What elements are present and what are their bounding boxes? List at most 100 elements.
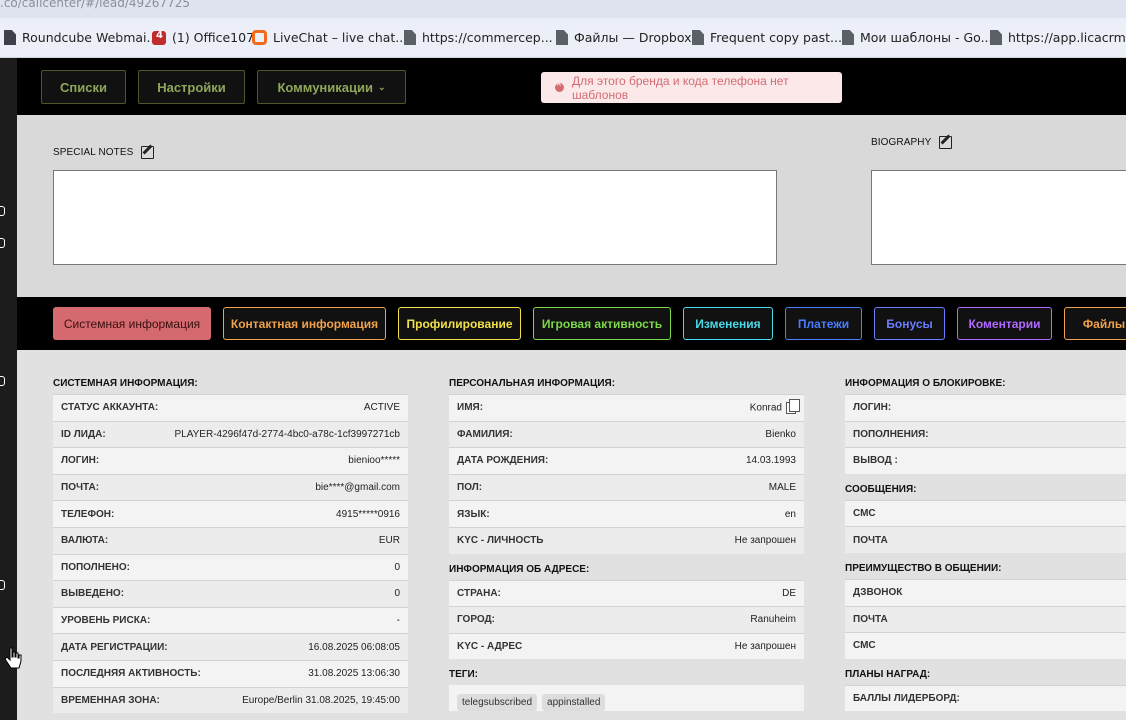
row-value-text: ACTIVE bbox=[363, 402, 400, 414]
settings-button[interactable]: Настройки bbox=[138, 70, 245, 104]
bookmark-label: Roundcube Webmai... bbox=[22, 30, 159, 45]
row-value-text: Не запрошен bbox=[734, 535, 796, 547]
tab-8[interactable]: Коментарии bbox=[957, 307, 1052, 340]
info-row: ЛОГИН: bienioo***** bbox=[53, 447, 408, 474]
row-label: ИМЯ: bbox=[457, 402, 484, 414]
edit-icon[interactable] bbox=[939, 136, 953, 149]
biography-textarea[interactable] bbox=[871, 170, 1126, 265]
toast-message: Для этого бренда и кода телефона нет шаб… bbox=[572, 73, 789, 102]
tab-1[interactable]: Системная информация bbox=[53, 307, 211, 340]
page-icon bbox=[692, 30, 704, 45]
row-value: MALE bbox=[769, 482, 796, 493]
biography-label: BIOGRAPHY bbox=[871, 137, 932, 148]
row-value-text: DE bbox=[782, 587, 796, 599]
info-row: ЛОГИН: bbox=[845, 394, 1126, 421]
row-value: 4915*****0916 bbox=[336, 509, 400, 520]
communications-button[interactable]: Коммуникации ⌄ bbox=[257, 70, 406, 104]
info-row: KYC - АДРЕС Не запрошен bbox=[449, 632, 804, 660]
info-row: ЯЗЫК: en bbox=[449, 500, 804, 527]
row-value-text: 16.08.2025 06:08:05 bbox=[308, 641, 400, 653]
tab-2[interactable]: Контактная информация bbox=[223, 307, 386, 340]
sidebar-icon[interactable] bbox=[0, 206, 5, 216]
row-value-text: Bienko bbox=[765, 428, 796, 440]
bookmark-livechat[interactable]: LiveChat – live chat... bbox=[252, 30, 407, 45]
lead-details: СИСТЕМНАЯ ИНФОРМАЦИЯ: СТАТУС АККАУНТА: AC… bbox=[17, 350, 1126, 720]
row-label: БАЛЛЫ ЛИДЕРБОРД: bbox=[853, 693, 960, 705]
row-value: Не запрошен bbox=[735, 641, 796, 652]
app-sidebar bbox=[0, 58, 17, 720]
row-label: ЯЗЫК: bbox=[457, 508, 490, 520]
sidebar-icon[interactable] bbox=[0, 376, 5, 386]
url-text: .co/callcenter/#/lead/49267725 bbox=[0, 0, 190, 10]
info-row: ПОПОЛНЕНИЯ: bbox=[845, 420, 1126, 448]
address-bar[interactable]: .co/callcenter/#/lead/49267725 bbox=[0, 0, 1126, 18]
bookmark-licacrm[interactable]: https://app.licacrm.... bbox=[990, 30, 1126, 45]
row-label: KYC - ЛИЧНОСТЬ bbox=[457, 535, 544, 547]
tab-6[interactable]: Платежи bbox=[785, 307, 862, 340]
row-label: УРОВЕНЬ РИСКА: bbox=[61, 615, 151, 627]
sidebar-icon[interactable] bbox=[0, 580, 5, 590]
page-icon bbox=[842, 30, 854, 45]
row-label: ВАЛЮТА: bbox=[61, 535, 109, 547]
tab-7[interactable]: Бонусы bbox=[874, 307, 945, 340]
bookmark-dropbox[interactable]: Файлы — Dropbox bbox=[556, 30, 692, 45]
bookmark-roundcube[interactable]: Roundcube Webmai... bbox=[4, 30, 158, 45]
row-label: ПОПОЛНЕНИЯ: bbox=[853, 428, 929, 440]
info-row: ПОЧТА: bie****@gmail.com bbox=[53, 473, 408, 501]
row-label: ГОРОД: bbox=[457, 614, 495, 626]
row-value: 0 bbox=[394, 562, 400, 573]
blocking-info-column: ИНФОРМАЦИЯ О БЛОКИРОВКЕ: ЛОГИН: ПОПОЛНЕНИ… bbox=[845, 350, 1126, 712]
info-row: ID ЛИДА: PLAYER-4296f47d-2774-4bc0-a78c-1… bbox=[53, 420, 408, 448]
personal-info-column: ПЕРСОНАЛЬНАЯ ИНФОРМАЦИЯ: ИМЯ: Konrad ФАМИЛ… bbox=[449, 350, 804, 712]
row-value: - bbox=[397, 615, 400, 626]
lists-button[interactable]: Списки bbox=[41, 70, 126, 104]
row-value-text: 0 bbox=[394, 588, 400, 600]
special-notes-textarea[interactable] bbox=[53, 170, 777, 265]
row-label: ПОЧТА bbox=[853, 534, 888, 546]
row-label: СТРАНА: bbox=[457, 587, 501, 599]
row-label: ЛОГИН: bbox=[853, 402, 892, 414]
info-row: ДЗВОНОК bbox=[845, 578, 1126, 606]
tags-list: telegsubscribed appinstalled bbox=[449, 685, 804, 712]
row-value-text: 0 bbox=[394, 561, 400, 573]
row-value-text: 31.08.2025 13:06:30 bbox=[308, 668, 400, 680]
row-value: bie****@gmail.com bbox=[315, 482, 400, 493]
row-value: 31.08.2025 13:06:30 bbox=[308, 668, 400, 679]
info-row: СТАТУС АККАУНТА: ACTIVE bbox=[53, 394, 408, 421]
row-label: ТЕЛЕФОН: bbox=[61, 508, 115, 520]
bookmark-templates[interactable]: Мои шаблоны - Go... bbox=[842, 30, 993, 45]
row-label: ID ЛИДА: bbox=[61, 428, 106, 440]
bookmark-label: https://app.licacrm.... bbox=[1008, 30, 1126, 45]
row-label: ЛОГИН: bbox=[61, 455, 100, 467]
info-row: СМС bbox=[845, 499, 1126, 527]
tag-chip[interactable]: telegsubscribed bbox=[457, 694, 538, 712]
row-value-text: Не запрошен bbox=[734, 641, 796, 653]
special-notes-header: SPECIAL NOTES bbox=[53, 146, 155, 159]
edit-icon[interactable] bbox=[141, 146, 155, 159]
row-label: ВРЕМЕННАЯ ЗОНА: bbox=[61, 694, 160, 706]
tab-4[interactable]: Игровая активность bbox=[533, 307, 671, 340]
page-icon bbox=[404, 30, 416, 45]
info-row: ПОПОЛНЕНО: 0 bbox=[53, 553, 408, 581]
info-row: ФАМИЛИЯ: Bienko bbox=[449, 420, 804, 448]
bookmark-commercep[interactable]: https://commercep... bbox=[404, 30, 553, 45]
error-toast: Для этого бренда и кода телефона нет шаб… bbox=[541, 72, 842, 103]
bookmark-frequent-copy[interactable]: Frequent copy past... bbox=[692, 30, 842, 45]
row-label: СМС bbox=[853, 508, 876, 520]
copy-icon[interactable] bbox=[786, 398, 800, 414]
tab-9[interactable]: Файлы bbox=[1064, 307, 1126, 340]
info-row: KYC - ЛИЧНОСТЬ Не запрошен bbox=[449, 526, 804, 554]
system-info-column: СИСТЕМНАЯ ИНФОРМАЦИЯ: СТАТУС АККАУНТА: AC… bbox=[53, 350, 408, 714]
row-value: DE bbox=[782, 588, 796, 599]
sidebar-icon[interactable] bbox=[0, 238, 5, 248]
tag-chip[interactable]: appinstalled bbox=[542, 694, 606, 712]
bookmark-label: https://commercep... bbox=[422, 30, 553, 45]
info-row: ВЫВОД : bbox=[845, 447, 1126, 474]
row-label: ВЫВОД : bbox=[853, 455, 898, 467]
bookmark-office107[interactable]: (1) Office107 bbox=[152, 30, 254, 45]
tab-3[interactable]: Профилирование bbox=[398, 307, 521, 340]
bookmark-label: (1) Office107 bbox=[172, 30, 255, 45]
bookmark-label: LiveChat – live chat... bbox=[273, 30, 408, 45]
row-label: ДАТА РОЖДЕНИЯ: bbox=[457, 455, 549, 467]
tab-5[interactable]: Изменения bbox=[683, 307, 773, 340]
